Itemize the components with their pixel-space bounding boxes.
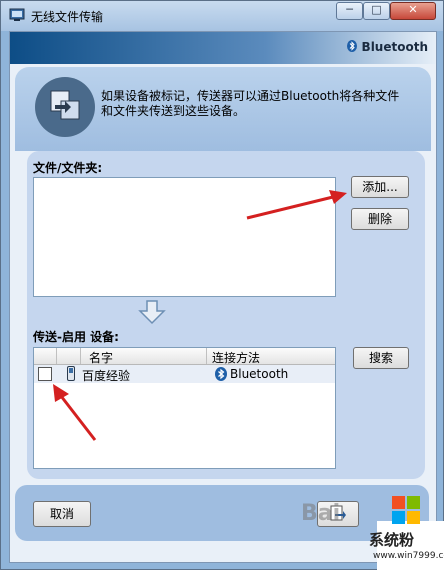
search-button[interactable]: 搜索 <box>353 347 409 369</box>
column-separator <box>206 348 207 364</box>
add-button[interactable]: 添加... <box>351 176 409 198</box>
column-header-method[interactable]: 连接方法 <box>212 349 260 366</box>
baidu-watermark: Bai <box>301 501 341 526</box>
files-label: 文件/文件夹: <box>33 161 103 175</box>
bluetooth-logo: Bluetooth <box>347 40 428 54</box>
wireless-file-transfer-window: 无线文件传输 ─ □ ✕ Bluetooth 如果设备被标记，传送器可以通过Bl… <box>0 0 444 571</box>
column-separator <box>56 348 57 364</box>
delete-button[interactable]: 删除 <box>351 208 409 230</box>
column-separator <box>80 348 81 364</box>
devices-label: 传送-启用 设备: <box>33 330 119 344</box>
site-url: www.win7999.com <box>373 551 444 561</box>
minimize-button[interactable]: ─ <box>336 2 363 20</box>
column-header-name[interactable]: 名字 <box>89 349 113 366</box>
phone-icon <box>67 366 75 381</box>
windows-logo-icon <box>392 496 420 524</box>
transfer-icon <box>35 77 95 137</box>
bluetooth-logo-text: Bluetooth <box>361 40 428 54</box>
devices-list[interactable]: 名字 连接方法 百度经验 Bluetooth <box>33 347 336 469</box>
maximize-button[interactable]: □ <box>363 2 390 20</box>
bluetooth-icon <box>215 367 227 381</box>
devices-list-header: 名字 连接方法 <box>34 348 335 365</box>
header-banner: Bluetooth <box>10 32 436 64</box>
files-list[interactable] <box>33 177 336 297</box>
device-checkbox[interactable] <box>38 367 52 381</box>
bluetooth-icon <box>347 40 358 52</box>
window-title: 无线文件传输 <box>31 10 104 24</box>
cancel-button[interactable]: 取消 <box>33 501 91 527</box>
window-icon <box>9 8 25 21</box>
down-arrow-icon <box>138 300 166 325</box>
device-row[interactable]: 百度经验 Bluetooth <box>34 365 335 383</box>
device-name: 百度经验 <box>82 369 131 383</box>
close-button[interactable]: ✕ <box>390 2 436 20</box>
site-watermark: 系统粉 www.win7999.com <box>369 496 444 571</box>
device-method: Bluetooth <box>230 367 289 381</box>
title-bar[interactable]: 无线文件传输 ─ □ ✕ <box>1 1 443 31</box>
info-text: 如果设备被标记，传送器可以通过Bluetooth将各种文件和文件夹传送到这些设备… <box>101 89 400 118</box>
site-name: 系统粉 <box>369 531 415 549</box>
